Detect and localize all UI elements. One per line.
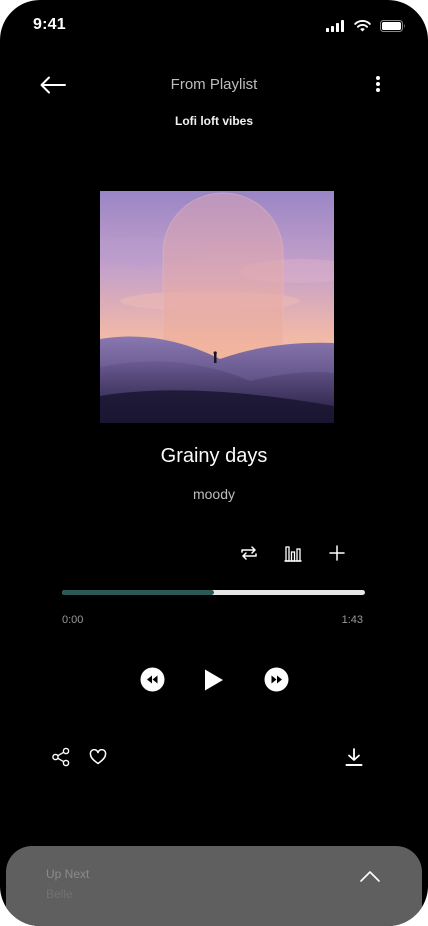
status-icons (326, 20, 406, 32)
album-artwork (100, 191, 334, 423)
add-to-playlist-button[interactable] (326, 544, 348, 566)
playback-controls (0, 667, 428, 698)
download-icon (344, 747, 364, 772)
equalizer-icon (284, 544, 302, 567)
up-next-label: Up Next (46, 867, 90, 881)
heart-icon (89, 748, 107, 770)
rewind-icon (140, 667, 165, 697)
status-time: 9:41 (33, 16, 66, 33)
song-title: Grainy days (160, 445, 268, 467)
up-next-panel[interactable]: Up Next Belle (6, 846, 422, 926)
player-header: From Playlist (0, 68, 428, 102)
equalizer-button[interactable] (282, 544, 304, 566)
play-button[interactable] (201, 668, 227, 696)
song-artist: moody (192, 486, 236, 502)
like-button[interactable] (87, 748, 109, 770)
music-player-screen: 9:41 From Playlist Lofi loft vibes Grain… (0, 0, 428, 926)
up-next-song: Belle (46, 887, 73, 901)
track-tools (238, 544, 348, 566)
download-button[interactable] (343, 747, 365, 772)
chevron-up-icon (358, 871, 382, 890)
fast-forward-button[interactable] (263, 667, 289, 697)
wifi-icon (354, 20, 371, 32)
elapsed-time: 0:00 (62, 614, 84, 626)
progress-fill (62, 590, 214, 595)
cellular-signal-icon (326, 20, 345, 32)
progress-bar[interactable] (62, 590, 365, 595)
fast-forward-icon (264, 667, 289, 697)
expand-up-next-button[interactable] (358, 866, 382, 886)
repeat-button[interactable] (238, 544, 260, 566)
status-bar: 9:41 (0, 0, 428, 50)
total-duration: 1:43 (341, 614, 363, 626)
rewind-button[interactable] (139, 667, 165, 697)
more-options-button[interactable] (368, 72, 388, 98)
header-title: From Playlist (170, 76, 258, 93)
battery-icon (380, 20, 406, 32)
repeat-icon (239, 544, 259, 567)
more-vertical-icon (368, 76, 388, 102)
share-button[interactable] (50, 747, 72, 772)
play-icon (203, 668, 225, 697)
share-icon (51, 747, 71, 772)
track-actions (0, 747, 428, 772)
add-icon (329, 544, 345, 566)
playlist-name: Lofi loft vibes (175, 114, 253, 128)
